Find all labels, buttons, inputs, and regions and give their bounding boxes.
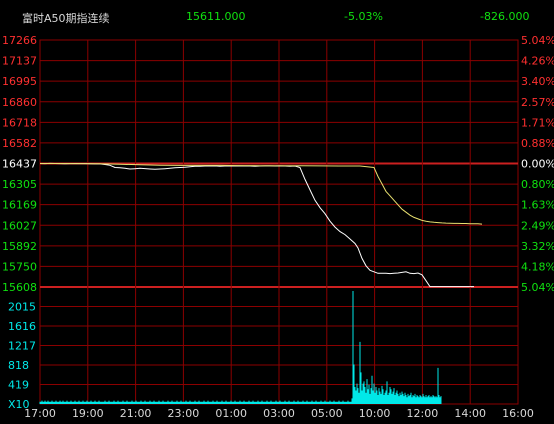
volume-tick-label: 2015 (8, 301, 36, 314)
time-tick-label: 14:00 (454, 407, 486, 420)
percent-tick-label: 3.40% (521, 75, 554, 88)
percent-tick-label: 5.04% (521, 281, 554, 294)
time-tick-label: 16:00 (502, 407, 534, 420)
axis-labels: 17266 17137 16995 16860 16718 16582 16437 16305… (2, 34, 554, 420)
time-tick-label: 03:00 (263, 407, 295, 420)
price-tick-label: 15750 (2, 260, 37, 273)
price-tick-label: 16995 (2, 75, 37, 88)
price-tick-label: 15608 (2, 281, 37, 294)
average-price-line (40, 163, 483, 225)
percent-tick-label: 2.49% (521, 219, 554, 232)
percent-tick-label: 3.32% (521, 240, 554, 253)
price-tick-label: 16305 (2, 178, 37, 191)
price-tick-label: 17266 (2, 34, 37, 47)
intraday-chart[interactable]: 17266 17137 16995 16860 16718 16582 16437 16305… (0, 0, 554, 424)
percent-tick-label: 4.18% (521, 260, 554, 273)
time-tick-label: 10:00 (359, 407, 391, 420)
volume-tick-label: 419 (8, 379, 29, 392)
percent-tick-label: 0.80% (521, 178, 554, 191)
percent-tick-label: 4.26% (521, 55, 554, 68)
percent-tick-label: 0.88% (521, 137, 554, 150)
price-tick-label: 15892 (2, 240, 37, 253)
time-tick-label: 19:00 (72, 407, 104, 420)
percent-tick-label: 2.57% (521, 96, 554, 109)
volume-bars (39, 291, 442, 404)
price-tick-label: 16027 (2, 219, 37, 232)
percent-tick-label: 5.04% (521, 34, 554, 47)
price-tick-label: 17137 (2, 55, 37, 68)
volume-tick-label: 1217 (8, 340, 36, 353)
time-tick-label: 01:00 (215, 407, 247, 420)
time-tick-label: 05:00 (311, 407, 343, 420)
percent-tick-label: 0.00% (521, 158, 554, 171)
time-tick-label: 12:00 (407, 407, 439, 420)
time-tick-label: 21:00 (120, 407, 152, 420)
volume-tick-label: 818 (8, 359, 29, 372)
percent-tick-label: 1.63% (521, 199, 554, 212)
time-tick-label: 17:00 (24, 407, 56, 420)
volume-tick-label: 1616 (8, 320, 36, 333)
price-tick-label: 16169 (2, 199, 37, 212)
price-tick-label: 16582 (2, 137, 37, 150)
price-tick-label: 16860 (2, 96, 37, 109)
time-tick-label: 23:00 (168, 407, 200, 420)
chart-grid (39, 39, 519, 405)
percent-tick-label: 1.71% (521, 116, 554, 129)
price-tick-label: 16718 (2, 116, 37, 129)
price-tick-label: 16437 (2, 158, 37, 171)
